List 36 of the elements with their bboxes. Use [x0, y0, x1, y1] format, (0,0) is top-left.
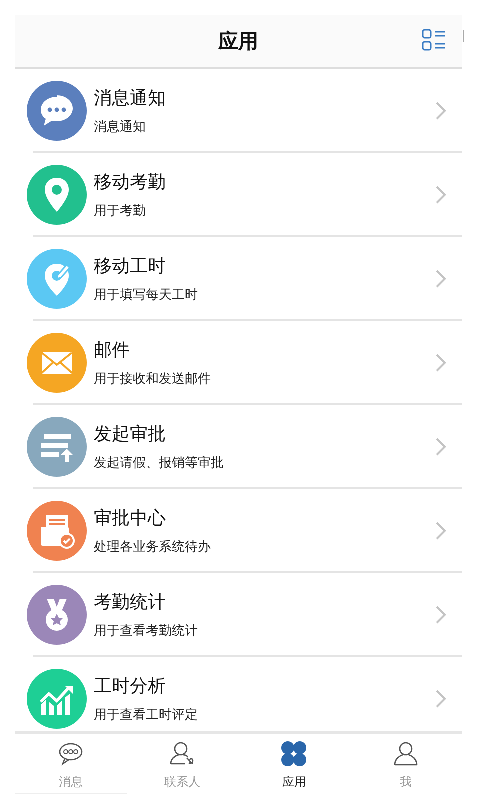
app-title: 审批中心: [94, 507, 167, 530]
app-title: 消息通知: [94, 87, 167, 110]
app-list-item[interactable]: 发起审批 发起请假、报销等审批: [15, 405, 462, 489]
app-description: 用于查看考勤统计: [94, 623, 199, 640]
app-title: 考勤统计: [94, 591, 167, 614]
app-description: 消息通知: [94, 119, 147, 136]
app-list-item[interactable]: 邮件 用于接收和发送邮件: [15, 321, 462, 405]
app-title: 发起审批: [94, 423, 167, 446]
app-description: 用于考勤: [94, 203, 147, 220]
app-title: 移动工时: [94, 255, 167, 278]
app-title: 邮件: [94, 339, 131, 362]
app-list-item[interactable]: 移动工时 用于填写每天工时: [15, 237, 462, 321]
app-list-item[interactable]: 审批中心 处理各业务系统待办: [15, 489, 462, 573]
tab[interactable]: 应用: [238, 734, 350, 794]
page-title: 应用: [218, 28, 258, 54]
app-list-item[interactable]: 消息通知 消息通知: [15, 69, 462, 153]
person-icon: [392, 740, 420, 768]
app-list-item[interactable]: 移动考勤 用于考勤: [15, 153, 462, 237]
chevron-right-icon: [435, 437, 447, 457]
app-description: 用于填写每天工时: [94, 287, 199, 304]
chevron-right-icon: [435, 185, 447, 205]
app-description: 发起请假、报销等审批: [94, 455, 225, 472]
chevron-right-icon: [435, 605, 447, 625]
chevron-right-icon: [435, 521, 447, 541]
chevron-right-icon: [435, 689, 447, 709]
app-list-item[interactable]: 考勤统计 用于查看考勤统计: [15, 573, 462, 657]
app-title: 移动考勤: [94, 171, 167, 194]
chevron-right-icon: [435, 101, 447, 121]
list-view-icon[interactable]: [422, 28, 446, 52]
app-description: 用于查看工时评定: [94, 707, 199, 724]
chevron-right-icon: [435, 269, 447, 289]
chevron-right-icon: [435, 353, 447, 373]
app-title: 工时分析: [94, 675, 167, 698]
app-description: 用于接收和发送邮件: [94, 371, 212, 388]
app-description: 处理各业务系统待办: [94, 539, 212, 556]
clover-icon: [280, 740, 308, 768]
